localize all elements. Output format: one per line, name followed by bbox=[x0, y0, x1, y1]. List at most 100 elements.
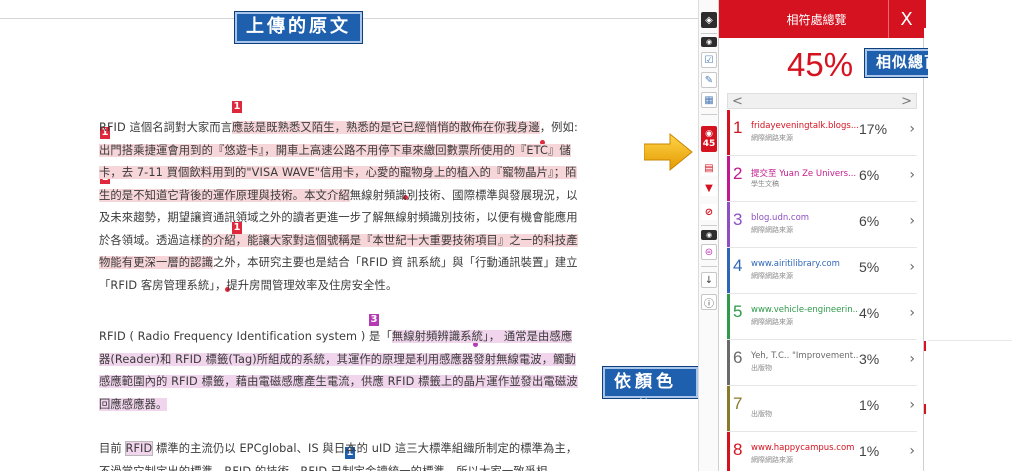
source-title[interactable]: www.vehicle-engineerin... bbox=[751, 305, 859, 315]
source-percent: 1% bbox=[859, 443, 880, 459]
source-title[interactable]: www.airitilibrary.com bbox=[751, 259, 859, 269]
stack-icon[interactable]: ◉ bbox=[701, 37, 717, 47]
paragraph-3: 目前 RFID 標準的主流仍以 EPCglobal、IS 與日本的 uID 這三… bbox=[99, 438, 579, 471]
source-pager: < > bbox=[727, 93, 917, 109]
etc-icon[interactable]: ⊜ bbox=[701, 244, 717, 260]
source-rank: 2 bbox=[733, 164, 743, 183]
source-color-bar bbox=[727, 294, 730, 339]
edit-icon[interactable]: ✎ bbox=[701, 72, 717, 88]
chevron-right-icon[interactable]: › bbox=[909, 351, 915, 367]
source-row[interactable]: 1 fridayeveningtalk.blogs... 網際網路來源 17% › bbox=[727, 110, 917, 156]
source-type: 網際網路來源 bbox=[751, 456, 793, 464]
chevron-right-icon[interactable]: › bbox=[909, 167, 915, 183]
paragraph-1: RFID 這個名詞對大家而言應該是既熟悉又陌生，熟悉的是它已經悄悄的散佈在你我身… bbox=[99, 117, 579, 297]
caption-uploaded-original: 上傳的原文 bbox=[235, 12, 362, 43]
source-rank: 1 bbox=[733, 118, 743, 137]
overall-similarity-percent: 45% bbox=[787, 46, 854, 83]
bar-chart-icon[interactable]: ▤ bbox=[701, 160, 717, 176]
right-margin bbox=[924, 0, 1012, 471]
source-type: 網際網路來源 bbox=[751, 226, 793, 234]
source-row[interactable]: 5 www.vehicle-engineerin... 網際網路來源 4% › bbox=[727, 294, 917, 340]
source-percent: 3% bbox=[859, 351, 880, 367]
chevron-left-icon[interactable]: < bbox=[732, 94, 743, 109]
marker-tick bbox=[924, 341, 926, 351]
source-title[interactable]: 提交至 Yuan Ze Univers... bbox=[751, 167, 859, 179]
source-percent: 6% bbox=[859, 167, 880, 183]
text-segment: 與日本的 uID 這三大標準組織所制定的標準為 bbox=[318, 442, 555, 455]
document-pane: 上傳的原文 1 1 1 1 3 1 RFID 這個名詞對大家而言應該是既熟悉又陌… bbox=[0, 0, 698, 471]
source-row[interactable]: 4 www.airitilibrary.com 網際網路來源 5% › bbox=[727, 248, 917, 294]
source-rank: 4 bbox=[733, 256, 743, 275]
chevron-right-icon[interactable]: › bbox=[909, 121, 915, 137]
info-icon[interactable]: ⓘ bbox=[701, 294, 717, 310]
source-percent: 4% bbox=[859, 305, 880, 321]
toolbar-divider bbox=[701, 33, 717, 34]
source-type: 網際網路來源 bbox=[751, 272, 793, 280]
source-row[interactable]: 7 出版物 1% › bbox=[727, 386, 917, 432]
exclude-icon[interactable]: ⊘ bbox=[701, 204, 717, 220]
source-color-bar bbox=[727, 340, 730, 385]
matched-text[interactable]: 應該是既熟悉又陌生，熟悉的是它已經悄悄的散佈在你我身邊 bbox=[232, 121, 540, 134]
match-marker-3[interactable]: 3 bbox=[369, 314, 379, 326]
source-color-bar bbox=[727, 432, 730, 471]
panel-edge-accent bbox=[924, 0, 926, 28]
text-segment: 目前 bbox=[99, 442, 126, 455]
chevron-right-icon[interactable]: › bbox=[909, 259, 915, 275]
source-percent: 5% bbox=[859, 259, 880, 275]
source-list: 1 fridayeveningtalk.blogs... 網際網路來源 17% › 2 提交… bbox=[727, 110, 917, 471]
matched-text[interactable]: 的介紹，能讓大家對這個號稱是『本世紀十大重要技術項目』之一的科技 bbox=[201, 233, 567, 247]
filter-icon[interactable]: ▼ bbox=[701, 180, 717, 196]
checkbox-icon[interactable]: ☑ bbox=[701, 52, 717, 68]
source-title[interactable]: fridayeveningtalk.blogs... bbox=[751, 121, 859, 131]
source-type: 出版物 bbox=[751, 364, 772, 372]
matched-text[interactable]: 出門搭乘捷運會用到的『悠遊卡』，開車上高速公路不用停下車來繳回數票所使用的『ET… bbox=[99, 143, 571, 157]
close-button[interactable]: X bbox=[888, 0, 924, 38]
source-percent: 6% bbox=[859, 213, 880, 229]
match-marker-1[interactable]: 1 bbox=[232, 101, 242, 113]
chevron-right-icon[interactable]: > bbox=[901, 94, 912, 109]
source-rank: 3 bbox=[733, 210, 743, 229]
text-segment: ，例如: bbox=[539, 121, 578, 134]
chevron-right-icon[interactable]: › bbox=[909, 213, 915, 229]
stack-icon: ◉ bbox=[705, 129, 713, 139]
source-title[interactable]: blog.udn.com bbox=[751, 213, 859, 223]
stack-icon[interactable]: ◉ bbox=[701, 230, 717, 240]
paragraph-2: RFID ( Radio Frequency Identification sy… bbox=[99, 326, 579, 416]
toolbar-divider bbox=[701, 225, 717, 226]
source-title[interactable]: www.happycampus.com bbox=[751, 443, 859, 453]
source-color-bar bbox=[727, 110, 730, 155]
marker-tick bbox=[924, 404, 926, 414]
text-segment: RFID 這個名詞對大家而言 bbox=[99, 121, 233, 134]
source-row[interactable]: 8 www.happycampus.com 網際網路來源 1% › bbox=[727, 432, 917, 471]
source-color-bar bbox=[727, 156, 730, 201]
source-rank: 6 bbox=[733, 348, 743, 367]
source-color-bar bbox=[727, 386, 730, 431]
panel-header: 相符處總覽 X bbox=[719, 0, 924, 38]
caption-color-legend: 依顏色區分不同相似來源 bbox=[603, 367, 698, 470]
layers-icon[interactable]: ◈ bbox=[701, 12, 717, 28]
panel-title: 相符處總覽 bbox=[786, 12, 847, 27]
matched-text[interactable]: 無線射頻辨識系統」 bbox=[391, 330, 489, 343]
source-title[interactable]: Yeh, T.C.. "Improvement... bbox=[751, 351, 859, 361]
chevron-right-icon[interactable]: › bbox=[909, 397, 915, 413]
source-color-bar bbox=[727, 248, 730, 293]
source-type: 網際網路來源 bbox=[751, 134, 793, 142]
chevron-right-icon[interactable]: › bbox=[909, 305, 915, 321]
grid-icon[interactable]: ▦ bbox=[701, 92, 717, 108]
matched-text[interactable]: RFID bbox=[124, 441, 154, 456]
source-row[interactable]: 2 提交至 Yuan Ze Univers... 學生文稿 6% › bbox=[727, 156, 917, 202]
chevron-right-icon[interactable]: › bbox=[909, 443, 915, 459]
pointer-arrow-icon bbox=[644, 132, 693, 172]
match-overview-button[interactable]: ◉ 45 bbox=[701, 126, 717, 152]
text-segment: RFID ( Radio Frequency Identification sy… bbox=[99, 330, 392, 343]
source-percent: 1% bbox=[859, 397, 880, 413]
matched-text[interactable]: 卡，去 7-11 買個飲料用到的"VISA WAVE"信用卡，心愛的寵物身上的植… bbox=[99, 166, 566, 179]
source-row[interactable]: 3 blog.udn.com 網際網路來源 6% › bbox=[727, 202, 917, 248]
toolbar-divider bbox=[701, 266, 717, 267]
match-count: 45 bbox=[702, 139, 716, 149]
download-icon[interactable]: ↓ bbox=[701, 272, 717, 288]
source-type: 網際網路來源 bbox=[751, 318, 793, 326]
source-row[interactable]: 6 Yeh, T.C.. "Improvement... 出版物 3% › bbox=[727, 340, 917, 386]
source-type: 出版物 bbox=[751, 410, 772, 418]
source-rank: 5 bbox=[733, 302, 743, 321]
